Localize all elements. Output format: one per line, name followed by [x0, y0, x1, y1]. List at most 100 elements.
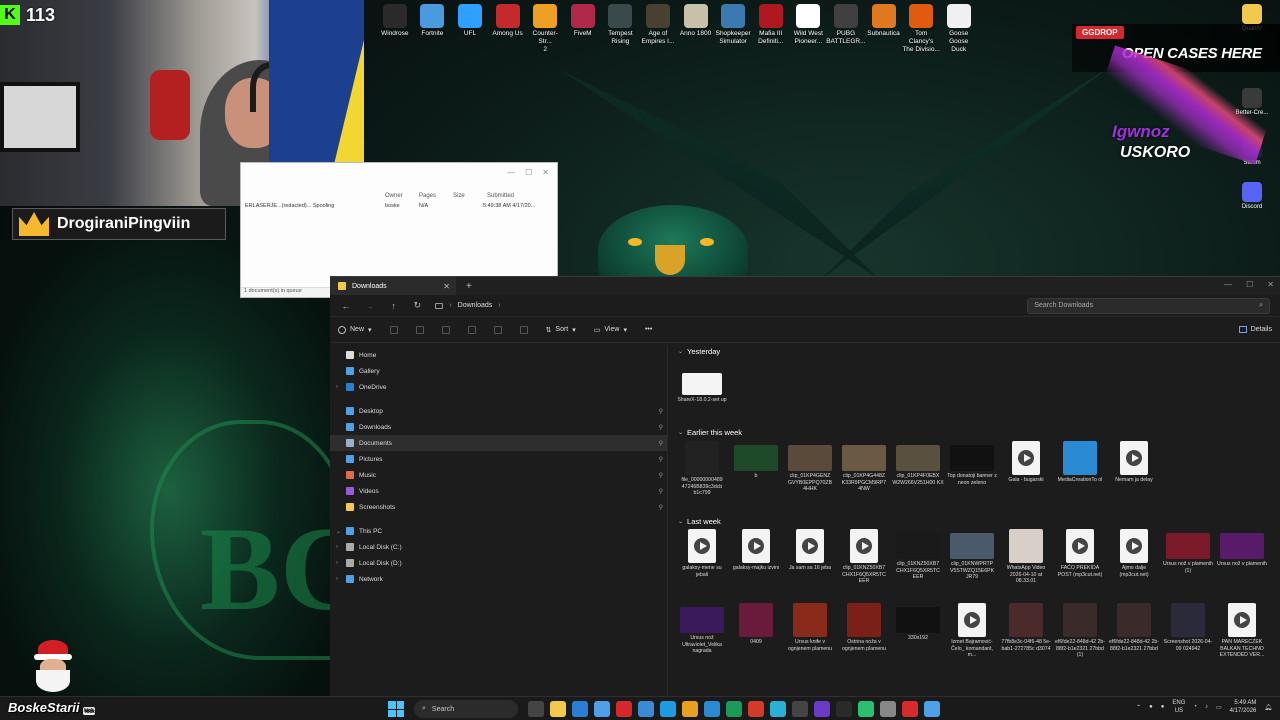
file-item[interactable]: Top donatoji banner z neon zeleno	[946, 441, 998, 486]
desktop-shortcut[interactable]: Among Us	[489, 4, 527, 54]
sort-button[interactable]: ⇅ Sort ▾	[546, 326, 576, 334]
chevron-up-icon[interactable]: ⌃	[1136, 704, 1141, 711]
file-item[interactable]: PAN MARECZEK BALKAN TECHNO EXTENDED VER.…	[1216, 603, 1268, 659]
taskbar-app-icon[interactable]	[660, 701, 676, 717]
tray-app-icon[interactable]: ●	[1161, 704, 1165, 710]
file-item[interactable]: Ja sam sa 16 jeba	[784, 529, 836, 572]
nav-item-videos[interactable]: Videos ⚲	[330, 483, 667, 499]
taskbar-app-icon[interactable]	[726, 701, 742, 717]
forward-arrow-icon[interactable]: →	[364, 301, 376, 311]
back-arrow-icon[interactable]: ←	[340, 301, 352, 311]
taskbar-app-icon[interactable]	[836, 701, 852, 717]
maximize-icon[interactable]: ☐	[525, 168, 532, 177]
file-item[interactable]: clip_01KP4G448Z K33R9PGCM9RP7 4NW	[838, 441, 890, 493]
network-icon[interactable]: ◔	[1193, 704, 1197, 710]
nav-item-local-disk-c-[interactable]: › Local Disk (C:)	[330, 539, 667, 555]
tab-downloads[interactable]: Downloads ✕	[330, 277, 456, 295]
group-header[interactable]: ⌄ Last week	[678, 517, 721, 526]
file-item[interactable]: Ursus nož Ultraviolet_Velika nagrada	[676, 603, 728, 655]
file-explorer-window[interactable]: Downloads ✕ + — ☐ ✕ ← → ↑ ↻ › Downloads …	[330, 276, 1280, 696]
nav-item-local-disk-d-[interactable]: › Local Disk (D:)	[330, 555, 667, 571]
desktop-shortcut[interactable]: Anno 1800	[677, 4, 715, 54]
nav-item-onedrive[interactable]: › OneDrive	[330, 379, 667, 395]
nav-item-gallery[interactable]: Gallery	[330, 363, 667, 379]
desktop-shortcut[interactable]: Mafia III Definiti...	[752, 4, 790, 54]
start-button[interactable]	[388, 701, 404, 717]
column-header[interactable]: Owner	[385, 193, 419, 199]
up-arrow-icon[interactable]: ↑	[388, 301, 400, 311]
file-item[interactable]: Screenshot 2026-04-09 024942	[1162, 603, 1214, 652]
chevron-right-icon[interactable]: ›	[336, 576, 338, 582]
nav-item-home[interactable]: Home	[330, 347, 667, 363]
taskbar-app-icon[interactable]	[814, 701, 830, 717]
file-item[interactable]: b	[730, 441, 782, 480]
file-item[interactable]: clip_01KNWPRTP V5STWZQ15E6PK JR79	[946, 529, 998, 581]
clock[interactable]: 5:49 AM 4/17/2026	[1230, 699, 1257, 715]
file-item[interactable]: ef6fde22-848d-42 2b-88f2-b1e2321 27bbd (…	[1054, 603, 1106, 659]
breadcrumb-chevron-icon[interactable]: ›	[498, 302, 500, 309]
volume-icon[interactable]: ♪	[1205, 704, 1208, 710]
paste-icon[interactable]	[441, 325, 450, 334]
nav-item-pictures[interactable]: Pictures ⚲	[330, 451, 667, 467]
group-header[interactable]: ⌄ Yesterday	[678, 347, 720, 356]
file-item[interactable]: MediaCreationTo ol	[1054, 441, 1106, 484]
taskbar-app-icon[interactable]	[770, 701, 786, 717]
share-icon[interactable]	[493, 325, 502, 334]
desktop-shortcut[interactable]: Counter-Str... 2	[526, 4, 564, 54]
minimize-icon[interactable]: —	[507, 168, 515, 177]
desktop-shortcut[interactable]: Tom Clancy's The Divisio...	[902, 4, 940, 54]
cut-icon[interactable]	[389, 325, 398, 334]
rename-icon[interactable]	[467, 325, 476, 334]
file-item[interactable]: Ostrina noža v ognjenem plamenu	[838, 603, 890, 652]
desktop-shortcut[interactable]: Discord	[1232, 182, 1272, 226]
file-item[interactable]: Gala - bugarski	[1000, 441, 1052, 484]
desktop-shortcut[interactable]: Tempest Rising	[602, 4, 640, 54]
file-item[interactable]: galaksy-mene su jebali	[676, 529, 728, 578]
file-item[interactable]: clip_01KP4F0EBX W2W266V251H00 KX	[892, 441, 944, 486]
nav-item-this-pc[interactable]: ⌄ This PC	[330, 523, 667, 539]
address-bar[interactable]: › Downloads ›	[435, 298, 1015, 314]
file-item[interactable]: FAĆO PREKIDA POST (mp3cut.net)	[1054, 529, 1106, 578]
language-indicator[interactable]: ENG US	[1172, 699, 1185, 715]
taskbar-app-icon[interactable]	[924, 701, 940, 717]
maximize-icon[interactable]: ☐	[1246, 280, 1253, 289]
nav-item-downloads[interactable]: Downloads ⚲	[330, 419, 667, 435]
file-item[interactable]: Ursus nož v plamenih	[1216, 529, 1268, 568]
nav-item-desktop[interactable]: Desktop ⚲	[330, 403, 667, 419]
file-item[interactable]: Ursus knife v ognjenem plamenu	[784, 603, 836, 652]
file-item[interactable]: galaksy-majku izvini	[730, 529, 782, 572]
taskbar-app-icon[interactable]	[880, 701, 896, 717]
chevron-right-icon[interactable]: ›	[336, 384, 338, 390]
file-item[interactable]: clip_01KNZ50XB7 CHX1F6Q5XR5TC EER	[838, 529, 890, 585]
column-header[interactable]: Submitted	[487, 193, 547, 199]
taskbar-search[interactable]: ⌕ Search	[414, 700, 518, 718]
desktop-shortcut[interactable]: Windrose	[376, 4, 414, 54]
desktop-shortcut[interactable]: FiveM	[564, 4, 602, 54]
file-item[interactable]: ShareX-18.0.2-set up	[676, 361, 728, 404]
copy-icon[interactable]	[415, 325, 424, 334]
tray-app-icon[interactable]: ●	[1149, 704, 1153, 710]
file-item[interactable]: clip_01KP4GENZ GVYB0EPPQ70ZB 4HHK	[784, 441, 836, 493]
desktop-shortcut[interactable]: Fortnite	[414, 4, 452, 54]
close-icon[interactable]: ✕	[1267, 280, 1274, 289]
close-icon[interactable]: ✕	[542, 168, 549, 177]
desktop-shortcut[interactable]: Goose Goose Duck	[940, 4, 978, 54]
desktop-shortcut[interactable]: Wild West Pioneer...	[790, 4, 828, 54]
chevron-right-icon[interactable]: ›	[336, 560, 338, 566]
file-item[interactable]: Nemam ja delay	[1108, 441, 1160, 484]
file-item[interactable]: ef6fde22-848d-42 2b-88f2-b1e2321 27bbd	[1108, 603, 1160, 652]
battery-icon[interactable]: ▭	[1216, 704, 1222, 711]
view-button[interactable]: ▭ View ▾	[594, 326, 627, 334]
file-item[interactable]: Ursus nož v plamenih (1)	[1162, 529, 1214, 574]
taskbar-app-icon[interactable]	[902, 701, 918, 717]
file-item[interactable]: clip_01KNZ50XB7 CHX1F6Q5XR5TC EER	[892, 529, 944, 581]
minimize-icon[interactable]: —	[1224, 280, 1232, 289]
desktop-shortcut[interactable]: UFL	[451, 4, 489, 54]
column-header[interactable]: Size	[453, 193, 487, 199]
taskbar-app-icon[interactable]	[792, 701, 808, 717]
file-item[interactable]: Izmet Bajramović-Čelo_ komandant, m...	[946, 603, 998, 659]
file-item[interactable]: 0409	[730, 603, 782, 646]
file-item[interactable]: Ajmo dalje (mp3cut.net)	[1108, 529, 1160, 578]
nav-item-screenshots[interactable]: Screenshots ⚲	[330, 499, 667, 515]
taskbar-app-icon[interactable]	[528, 701, 544, 717]
